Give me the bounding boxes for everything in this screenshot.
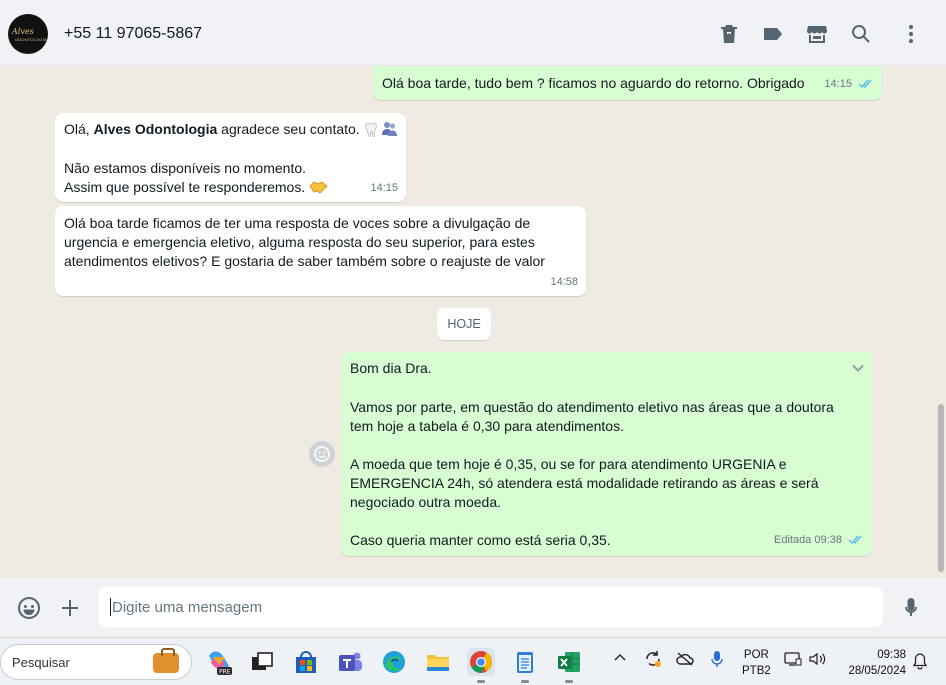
notepad-icon[interactable]: [511, 648, 539, 683]
message-bubble-incoming[interactable]: Olá boa tarde ficamos de ter uma respost…: [55, 206, 586, 296]
handshake-emoji-icon: [309, 180, 328, 195]
chat-scrollbar[interactable]: [938, 404, 944, 572]
message-bubble-outgoing[interactable]: Olá boa tarde, tudo bem ? ficamos no agu…: [373, 66, 882, 100]
excel-icon[interactable]: [555, 648, 583, 683]
chrome-icon[interactable]: [467, 648, 495, 683]
microphone-tray-icon[interactable]: [709, 649, 725, 672]
message-line: Olá boa tarde ficamos de ter uma respost…: [64, 215, 531, 231]
copilot-icon[interactable]: PRE: [205, 648, 233, 676]
people-emoji-icon: [381, 120, 398, 137]
edited-label: Editada: [774, 533, 812, 546]
message-time: 14:15: [824, 77, 852, 90]
message-time: 09:38: [814, 533, 842, 546]
message-line: urgencia e emergencia eletivo, alguma re…: [64, 234, 535, 250]
react-emoji-button[interactable]: [309, 441, 335, 467]
message-text: Olá boa tarde, tudo bem ? ficamos no agu…: [382, 75, 805, 91]
greeting-suffix: agradece seu contato.: [217, 121, 360, 137]
emoji-icon[interactable]: [16, 595, 42, 621]
message-meta: 14:15: [824, 75, 874, 97]
volume-icon[interactable]: [808, 651, 828, 670]
message-meta: Editada 09:38: [774, 531, 864, 553]
chat-panel: Olá boa tarde, tudo bem ? ficamos no agu…: [0, 66, 946, 578]
message-input[interactable]: [98, 587, 883, 627]
message-line: tem hoje a tabela é 0,30 para atendiment…: [350, 418, 624, 434]
message-menu-chevron-icon[interactable]: [850, 360, 866, 376]
file-explorer-icon[interactable]: [424, 648, 452, 676]
taskbar-search-label: Pesquisar: [12, 655, 70, 670]
text-caret: [110, 598, 111, 616]
store-icon[interactable]: [805, 22, 829, 46]
network-icon[interactable]: [783, 651, 803, 670]
avatar-logo-subtext: ODONTOLOGIA: [15, 37, 47, 42]
keyboard-layout: PTB2: [742, 665, 771, 677]
label-icon[interactable]: [761, 22, 785, 46]
message-line: Assim que possível te responderemos.: [64, 178, 328, 198]
greeting-prefix: Olá,: [64, 121, 94, 137]
microphone-icon[interactable]: [898, 595, 924, 621]
contact-name[interactable]: +55 11 97065-5867: [64, 25, 202, 43]
clock-date: 28/05/2024: [848, 665, 906, 677]
business-name: Alves Odontologia: [93, 121, 218, 137]
teams-icon[interactable]: [336, 648, 364, 676]
taskbar-search[interactable]: Pesquisar: [0, 644, 192, 680]
compose-bar: [0, 578, 946, 636]
message-line: negociado outra moeda.: [350, 494, 501, 510]
clock-time: 09:38: [877, 649, 906, 661]
message-line: atendimentos eletivos? E gostaria de sab…: [64, 253, 545, 269]
message-line: Vamos por parte, em questão do atendimen…: [350, 399, 834, 415]
language-code: POR: [743, 649, 769, 661]
double-check-icon: [858, 77, 874, 97]
message-bubble-outgoing[interactable]: Bom dia Dra. Vamos por parte, em questão…: [341, 352, 872, 556]
message-bubble-incoming[interactable]: Olá, Alves Odontologia agradece seu cont…: [55, 113, 406, 202]
microsoft-store-icon[interactable]: [292, 648, 320, 676]
chat-header: Alves ODONTOLOGIA +55 11 97065-5867: [0, 0, 946, 66]
search-icon[interactable]: [849, 22, 873, 46]
tooth-emoji-icon: [364, 122, 378, 138]
attach-plus-icon[interactable]: [57, 595, 83, 621]
sync-icon[interactable]: [643, 649, 663, 672]
task-view-icon[interactable]: [248, 648, 276, 676]
briefcase-icon: [153, 648, 179, 673]
message-line-text: Assim que possível te responderemos.: [64, 179, 306, 195]
message-text: Olá, Alves Odontologia agradece seu cont…: [64, 120, 398, 140]
chevron-up-icon[interactable]: [613, 651, 627, 668]
avatar-logo-text: Alves: [12, 27, 34, 36]
message-time: 14:58: [550, 275, 578, 288]
message-line: Bom dia Dra.: [350, 360, 432, 376]
double-check-icon: [848, 533, 864, 553]
svg-text:PRE: PRE: [219, 669, 231, 676]
input-language-indicator[interactable]: POR PTB2: [742, 647, 771, 679]
message-line: A moeda que tem hoje é 0,35, ou se for p…: [350, 456, 787, 472]
edge-icon[interactable]: [380, 648, 408, 676]
contact-avatar[interactable]: Alves ODONTOLOGIA: [8, 14, 48, 54]
message-line: Não estamos disponíveis no momento.: [64, 160, 307, 176]
message-time: 14:15: [370, 181, 398, 194]
notification-bell-icon[interactable]: [912, 652, 928, 673]
message-line: Caso queria manter como está seria 0,35.: [350, 532, 611, 548]
trash-icon[interactable]: [717, 22, 741, 46]
menu-icon[interactable]: [899, 22, 923, 46]
windows-taskbar: Pesquisar PRE POR PTB2 09:38 28/05/2024: [0, 637, 946, 685]
date-divider: HOJE: [437, 308, 491, 340]
cloud-offline-icon[interactable]: [675, 650, 695, 671]
system-clock[interactable]: 09:38 28/05/2024: [840, 647, 906, 679]
message-line: EMERGENCIA 24h, só atendera está modalid…: [350, 475, 819, 491]
